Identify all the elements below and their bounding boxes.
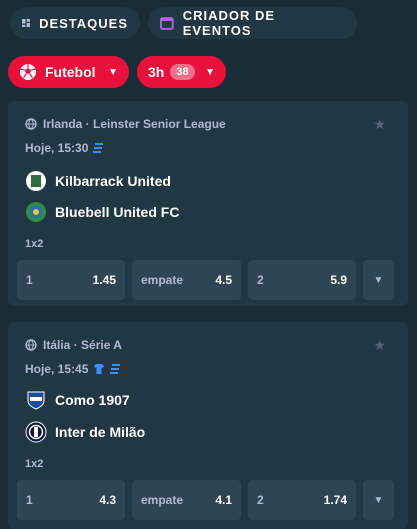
team-away: Bluebell United FC — [25, 201, 179, 223]
event-time: Hoje, 15:45 — [25, 362, 121, 376]
event-time: Hoje, 15:30 — [25, 141, 104, 155]
odd-label: 1 — [26, 273, 33, 287]
event-time-text: Hoje, 15:30 — [25, 141, 89, 155]
chevron-down-icon: ▼ — [373, 494, 384, 506]
filter-bar: Futebol ▼ 3h 38 ▼ — [8, 56, 226, 88]
odd-value: 4.3 — [99, 493, 116, 507]
league-breadcrumb[interactable]: Itália · Série A — [25, 338, 122, 352]
odd-value: 1.45 — [92, 273, 116, 287]
live-stream-icon — [110, 364, 121, 374]
chevron-down-icon: ▼ — [205, 66, 215, 78]
league-name: Irlanda · Leinster Senior League — [43, 117, 226, 131]
odd-label: empate — [141, 273, 184, 287]
odd-button-away[interactable]: 2 5.9 — [248, 260, 356, 300]
jersey-icon — [94, 364, 105, 374]
odd-value: 5.9 — [330, 273, 347, 287]
odd-label: 1 — [26, 493, 33, 507]
odd-button-draw[interactable]: empate 4.5 — [132, 260, 241, 300]
team-name: Bluebell United FC — [55, 204, 180, 220]
globe-icon — [25, 339, 37, 351]
chevron-down-icon: ▼ — [373, 274, 384, 286]
team-crest-icon — [27, 391, 45, 410]
event-card: Itália · Série A ★ Hoje, 15:45 Como 1907… — [8, 322, 408, 529]
tab-label: CRIADOR DE EVENTOS — [182, 8, 276, 38]
league-name: Itália · Série A — [43, 338, 122, 352]
odds-row: 1 4.3 empate 4.1 2 1.74 ▼ — [17, 480, 394, 520]
star-icon[interactable]: ★ — [373, 116, 386, 133]
more-markets-button[interactable]: ▼ — [363, 260, 394, 300]
team-away: Inter de Milão — [25, 421, 145, 443]
team-home: Kilbarrack United — [25, 170, 171, 192]
team-home: Como 1907 — [25, 389, 130, 411]
team-name: Como 1907 — [55, 392, 130, 408]
market-label: 1x2 — [25, 238, 44, 250]
team-name: Kilbarrack United — [55, 173, 171, 189]
odd-value: 4.1 — [215, 493, 232, 507]
league-breadcrumb[interactable]: Irlanda · Leinster Senior League — [25, 117, 226, 131]
odd-button-home[interactable]: 1 1.45 — [17, 260, 125, 300]
time-filter-dropdown[interactable]: 3h 38 ▼ — [137, 56, 226, 88]
tab-label: DESTAQUES — [39, 15, 128, 31]
more-markets-button[interactable]: ▼ — [363, 480, 394, 520]
sport-filter-dropdown[interactable]: Futebol ▼ — [8, 56, 129, 88]
sport-filter-label: Futebol — [45, 64, 96, 80]
odd-label: 2 — [257, 273, 264, 287]
soccer-ball-icon — [20, 64, 36, 80]
team-crest-icon — [26, 171, 46, 191]
odd-button-away[interactable]: 2 1.74 — [248, 480, 356, 520]
calendar-icon — [160, 17, 174, 30]
team-crest-icon — [25, 421, 47, 443]
count-badge: 38 — [170, 64, 195, 80]
odd-value: 4.5 — [215, 273, 232, 287]
odd-value: 1.74 — [323, 493, 347, 507]
odd-button-home[interactable]: 1 4.3 — [17, 480, 125, 520]
market-label: 1x2 — [25, 458, 44, 470]
tab-destaques[interactable]: DESTAQUES — [10, 7, 140, 39]
event-time-text: Hoje, 15:45 — [25, 362, 89, 376]
event-card: Irlanda · Leinster Senior League ★ Hoje,… — [8, 101, 408, 306]
tab-criador-de-eventos[interactable]: CRIADOR DE EVENTOS — [148, 7, 357, 39]
top-tabs: DESTAQUES CRIADOR DE EVENTOS — [10, 7, 357, 39]
odds-row: 1 1.45 empate 4.5 2 5.9 ▼ — [17, 260, 394, 300]
star-icon[interactable]: ★ — [373, 337, 386, 354]
team-name: Inter de Milão — [55, 424, 146, 440]
odd-label: 2 — [257, 493, 264, 507]
time-filter-label: 3h — [148, 64, 165, 80]
live-stream-icon — [93, 143, 104, 153]
odd-label: empate — [141, 493, 184, 507]
dashboard-icon — [22, 18, 31, 28]
team-crest-icon — [26, 202, 46, 222]
globe-icon — [25, 118, 37, 130]
chevron-down-icon: ▼ — [108, 66, 118, 78]
odd-button-draw[interactable]: empate 4.1 — [132, 480, 241, 520]
